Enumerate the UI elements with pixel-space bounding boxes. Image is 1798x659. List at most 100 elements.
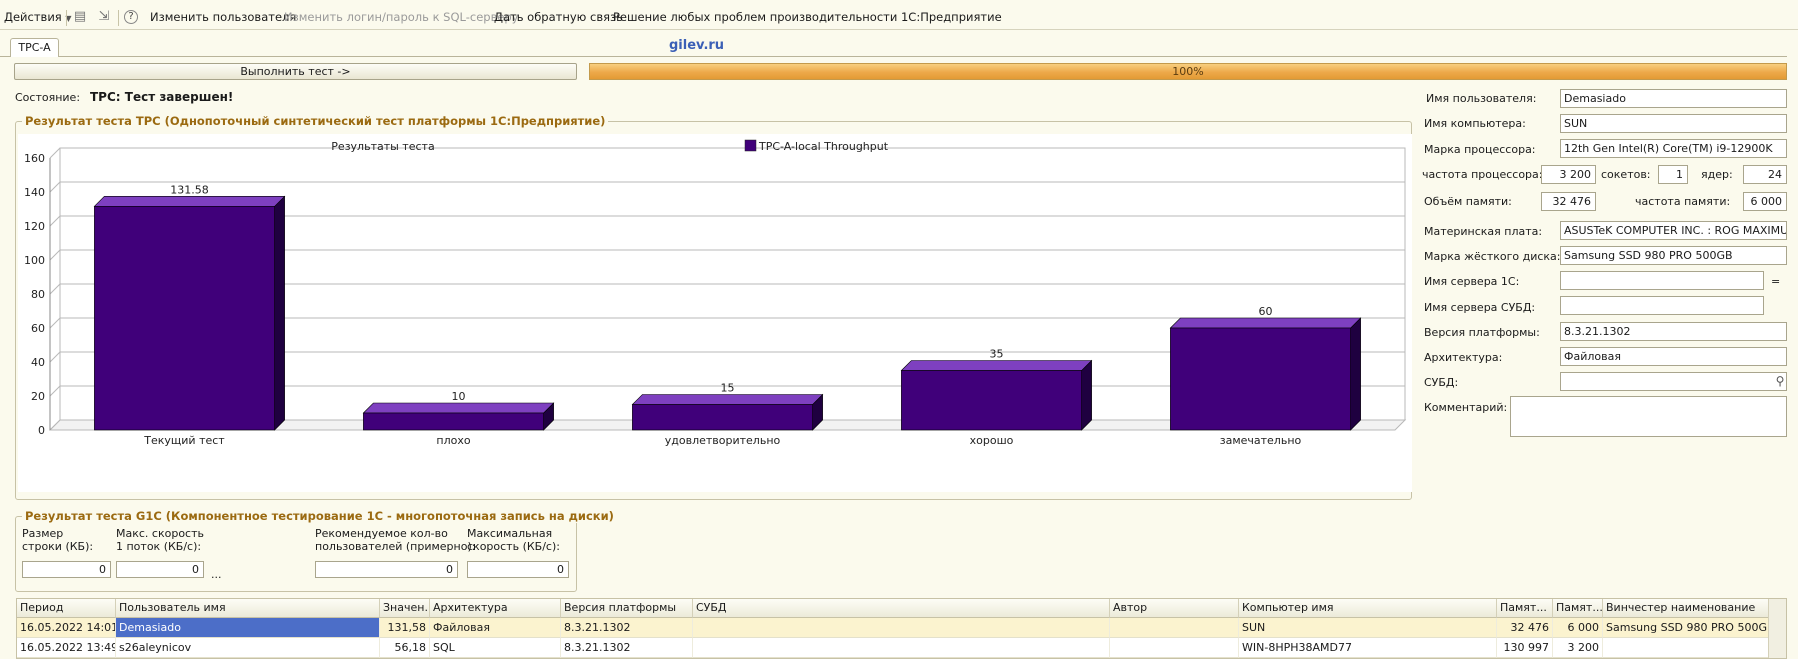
rec-users-field[interactable]: 0 bbox=[315, 561, 458, 578]
tab-border bbox=[0, 56, 10, 57]
user-field[interactable]: Demasiado bbox=[1560, 89, 1787, 108]
max-speed-more-button[interactable]: ... bbox=[211, 568, 222, 581]
comment-field[interactable] bbox=[1510, 396, 1787, 437]
server-1c-suffix: = bbox=[1771, 275, 1781, 288]
table-scrollbar[interactable] bbox=[1768, 599, 1786, 658]
solve-problems-link[interactable]: Решение любых проблем производительности… bbox=[613, 10, 1002, 24]
status-label: Состояние: bbox=[15, 91, 81, 104]
memory-freq-field[interactable]: 6 000 bbox=[1743, 192, 1787, 211]
memory-field[interactable]: 32 476 bbox=[1541, 192, 1596, 211]
y-tick-label: 40 bbox=[31, 356, 45, 369]
copy-icon[interactable]: ▤ bbox=[72, 9, 88, 25]
column-header[interactable]: Архитектура bbox=[430, 599, 561, 618]
bar-side bbox=[1081, 359, 1092, 431]
table-cell[interactable]: 56,18 bbox=[380, 638, 430, 658]
table-cell[interactable]: 32 476 bbox=[1497, 618, 1553, 638]
table-cell[interactable]: Demasiado bbox=[116, 618, 380, 638]
column-header[interactable]: СУБД bbox=[693, 599, 1110, 618]
table-row[interactable]: 16.05.2022 13:49...s26aleynicov56,18SQL8… bbox=[17, 638, 1769, 658]
column-header[interactable]: Компьютер имя bbox=[1239, 599, 1497, 618]
table-cell[interactable]: 3 200 bbox=[1553, 638, 1603, 658]
y-tick-label: 0 bbox=[38, 424, 45, 437]
table-cell[interactable]: WIN-8HPH38AMD77 bbox=[1239, 638, 1497, 658]
cores-field[interactable]: 24 bbox=[1743, 165, 1787, 184]
table-cell[interactable]: Samsung SSD 980 PRO 500GB bbox=[1603, 618, 1769, 638]
column-header[interactable]: Значен... bbox=[380, 599, 430, 618]
memory-label: Объём памяти: bbox=[1424, 195, 1512, 208]
column-header[interactable]: Автор bbox=[1110, 599, 1239, 618]
feedback-button[interactable]: Дать обратную связь bbox=[494, 10, 623, 24]
chart-svg: 0 20 40 60 80 100 120 140 160 131.58 Текущий тест 1… bbox=[24, 139, 1407, 447]
memory-freq-label: частота памяти: bbox=[1635, 195, 1731, 208]
table-cell[interactable] bbox=[693, 638, 1110, 658]
table-row[interactable]: 16.05.2022 14:01...Demasiado131,58Файлов… bbox=[17, 618, 1769, 638]
architecture-field[interactable]: Файловая bbox=[1560, 347, 1787, 366]
table-cell[interactable]: SQL bbox=[430, 638, 561, 658]
bar-value-label: 10 bbox=[452, 390, 466, 403]
table-cell[interactable]: 6 000 bbox=[1553, 618, 1603, 638]
toolbar: Действия ▼ ▤ ⇲ ? Изменить пользователя И… bbox=[0, 6, 1798, 30]
row-size-label-line1: Размер bbox=[22, 527, 64, 540]
table-cell[interactable]: 8.3.21.1302 bbox=[561, 618, 693, 638]
column-header[interactable]: Винчестер наименование bbox=[1603, 599, 1769, 618]
actions-menu-label: Действия bbox=[4, 10, 62, 24]
y-tick-label: 160 bbox=[24, 152, 45, 165]
max-total-label-line1: Максимальная bbox=[467, 527, 553, 540]
table-cell[interactable]: s26aleynicov bbox=[116, 638, 380, 658]
column-header[interactable]: Пользователь имя bbox=[116, 599, 380, 618]
export-icon[interactable]: ⇲ bbox=[96, 9, 112, 25]
dbms-field[interactable] bbox=[1560, 372, 1787, 391]
table-cell[interactable] bbox=[1110, 618, 1239, 638]
cpu-field[interactable]: 12th Gen Intel(R) Core(TM) i9-12900K bbox=[1560, 139, 1787, 158]
legend-label: TPC-A-local Throughput bbox=[758, 140, 889, 153]
help-icon[interactable]: ? bbox=[124, 10, 138, 24]
sockets-field[interactable]: 1 bbox=[1658, 165, 1688, 184]
column-header[interactable]: Версия платформы bbox=[561, 599, 693, 618]
tpc-result-title: Результат теста TPC (Однопоточный синтет… bbox=[22, 114, 609, 128]
user-label: Имя пользователя: bbox=[1426, 92, 1537, 105]
toolbar-separator bbox=[118, 10, 119, 26]
table-cell[interactable]: 130 997 bbox=[1497, 638, 1553, 658]
db-server-label: Имя сервера СУБД: bbox=[1424, 301, 1536, 314]
actions-menu[interactable]: Действия ▼ bbox=[4, 10, 72, 24]
table-cell[interactable] bbox=[1110, 638, 1239, 658]
bar bbox=[1170, 327, 1351, 431]
table-cell[interactable]: SUN bbox=[1239, 618, 1497, 638]
motherboard-field[interactable]: ASUSTeK COMPUTER INC. : ROG MAXIMUS bbox=[1560, 221, 1787, 240]
row-size-field[interactable]: 0 bbox=[22, 561, 111, 578]
table-cell[interactable]: 16.05.2022 14:01... bbox=[17, 618, 116, 638]
run-test-button[interactable]: Выполнить тест -> bbox=[14, 63, 577, 80]
site-link[interactable]: gilev.ru bbox=[669, 38, 724, 53]
max-speed-field[interactable]: 0 bbox=[116, 561, 204, 578]
table-cell[interactable] bbox=[1603, 638, 1769, 658]
bar-value-label: 131.58 bbox=[170, 183, 209, 196]
table-cell[interactable] bbox=[693, 618, 1110, 638]
computer-field[interactable]: SUN bbox=[1560, 114, 1787, 133]
table-cell[interactable]: 131,58 bbox=[380, 618, 430, 638]
bar bbox=[901, 370, 1082, 431]
grid-line bbox=[49, 181, 61, 193]
grid-line bbox=[49, 283, 61, 295]
server-1c-field[interactable] bbox=[1560, 271, 1764, 290]
column-header[interactable]: Памят... bbox=[1497, 599, 1553, 618]
table-cell[interactable]: Файловая bbox=[430, 618, 561, 638]
change-user-button[interactable]: Изменить пользователя bbox=[150, 10, 296, 24]
y-tick-label: 100 bbox=[24, 254, 45, 267]
disk-field[interactable]: Samsung SSD 980 PRO 500GB bbox=[1560, 246, 1787, 265]
max-total-field[interactable]: 0 bbox=[467, 561, 569, 578]
search-icon[interactable]: ⚲ bbox=[1773, 373, 1787, 390]
tab-border bbox=[59, 56, 1787, 57]
platform-version-field[interactable]: 8.3.21.1302 bbox=[1560, 322, 1787, 341]
cpu-freq-field[interactable]: 3 200 bbox=[1541, 165, 1596, 184]
platform-version-label: Версия платформы: bbox=[1424, 326, 1540, 339]
change-login-button[interactable]: Изменить логин/пароль к SQL-серверу bbox=[284, 10, 519, 24]
column-header[interactable]: Памят... bbox=[1553, 599, 1603, 618]
rec-users-label-line1: Рекомендуемое кол-во bbox=[315, 527, 448, 540]
table-cell[interactable]: 8.3.21.1302 bbox=[561, 638, 693, 658]
tab-tpc-a[interactable]: TPC-A bbox=[10, 38, 59, 57]
db-server-field[interactable] bbox=[1560, 296, 1764, 315]
rec-users-label: Рекомендуемое кол-во пользователей (прим… bbox=[315, 527, 475, 553]
bar-value-label: 60 bbox=[1259, 305, 1273, 318]
table-cell[interactable]: 16.05.2022 13:49... bbox=[17, 638, 116, 658]
column-header[interactable]: Период bbox=[17, 599, 116, 618]
